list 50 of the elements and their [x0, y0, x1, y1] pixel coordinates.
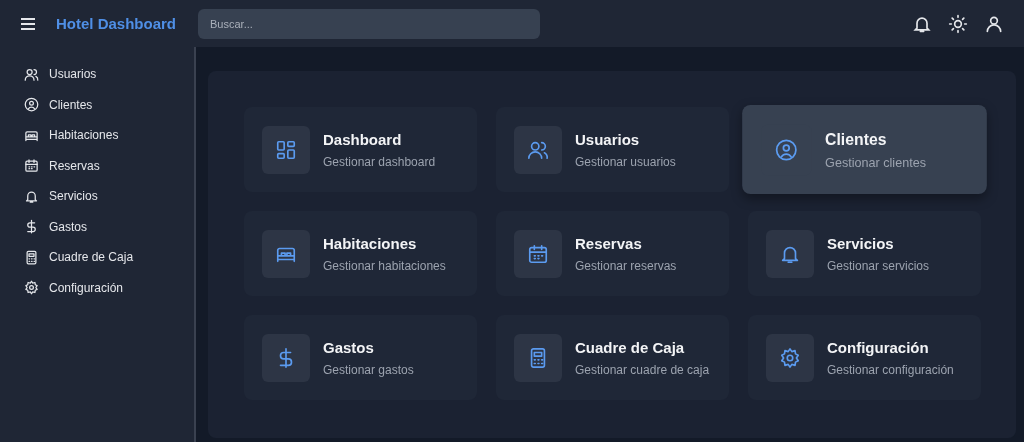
card-title: Usuarios [575, 130, 641, 148]
card-subtitle: Gestionar habitaciones [323, 258, 446, 273]
module-card[interactable]: Gastos Gestionar gastos [244, 315, 477, 400]
card-title: Gastos [323, 338, 375, 356]
calendar-icon [527, 242, 549, 265]
calculator-icon [24, 249, 39, 265]
card-subtitle: Gestionar configuración [827, 362, 954, 377]
user-circle-icon [774, 137, 798, 162]
card-title: Servicios [827, 234, 895, 252]
users-icon [24, 66, 39, 82]
sidebar-item[interactable]: Habitaciones [0, 120, 194, 151]
card-subtitle: Gestionar servicios [827, 258, 930, 273]
card-title: Habitaciones [323, 234, 418, 252]
bell-icon [24, 188, 39, 204]
sidebar-item[interactable]: Cuadre de Caja [0, 242, 194, 273]
sidebar-item[interactable]: Gastos [0, 211, 194, 242]
sidebar-item[interactable]: Usuarios [0, 59, 194, 90]
menu-icon[interactable] [20, 16, 36, 31]
module-card[interactable]: Habitaciones Gestionar habitaciones [244, 211, 477, 296]
app-title: Hotel Dashboard [56, 15, 177, 32]
sidebar-item[interactable]: Clientes [0, 89, 194, 120]
calendar-icon [24, 158, 39, 174]
card-subtitle: Gestionar gastos [323, 362, 414, 377]
settings-icon [24, 280, 39, 296]
card-subtitle: Gestionar cuadre de caja [575, 362, 710, 377]
module-card[interactable]: Configuración Gestionar configuración [748, 315, 981, 400]
sidebar-item[interactable]: Configuración [0, 272, 194, 303]
dollar-icon [24, 219, 39, 235]
module-card[interactable]: Clientes Gestionar clientes [742, 104, 987, 195]
module-card[interactable]: Usuarios Gestionar usuarios [496, 107, 729, 192]
card-title: Configuración [827, 338, 930, 356]
module-card[interactable]: Cuadre de Caja Gestionar cuadre de caja [496, 315, 729, 400]
grid-icon [275, 138, 297, 161]
card-subtitle: Gestionar usuarios [575, 154, 676, 169]
sidebar-item[interactable]: Reservas [0, 150, 194, 181]
card-title: Clientes [825, 129, 888, 148]
card-subtitle: Gestionar dashboard [323, 154, 436, 169]
card-title: Reservas [575, 234, 643, 252]
card-subtitle: Gestionar clientes [825, 154, 926, 170]
card-subtitle: Gestionar reservas [575, 258, 677, 273]
user-circle-icon [24, 97, 39, 113]
search-field[interactable]: Buscar... [198, 8, 540, 39]
module-card[interactable]: Reservas Gestionar reservas [496, 211, 729, 296]
card-title: Cuadre de Caja [575, 338, 686, 356]
module-card[interactable]: Servicios Gestionar servicios [748, 211, 981, 296]
module-card[interactable]: Dashboard Gestionar dashboard [244, 107, 477, 192]
card-title: Dashboard [323, 130, 403, 148]
settings-icon [779, 346, 801, 369]
sidebar-item[interactable]: Servicios [0, 181, 194, 212]
sun-icon[interactable] [948, 13, 968, 34]
